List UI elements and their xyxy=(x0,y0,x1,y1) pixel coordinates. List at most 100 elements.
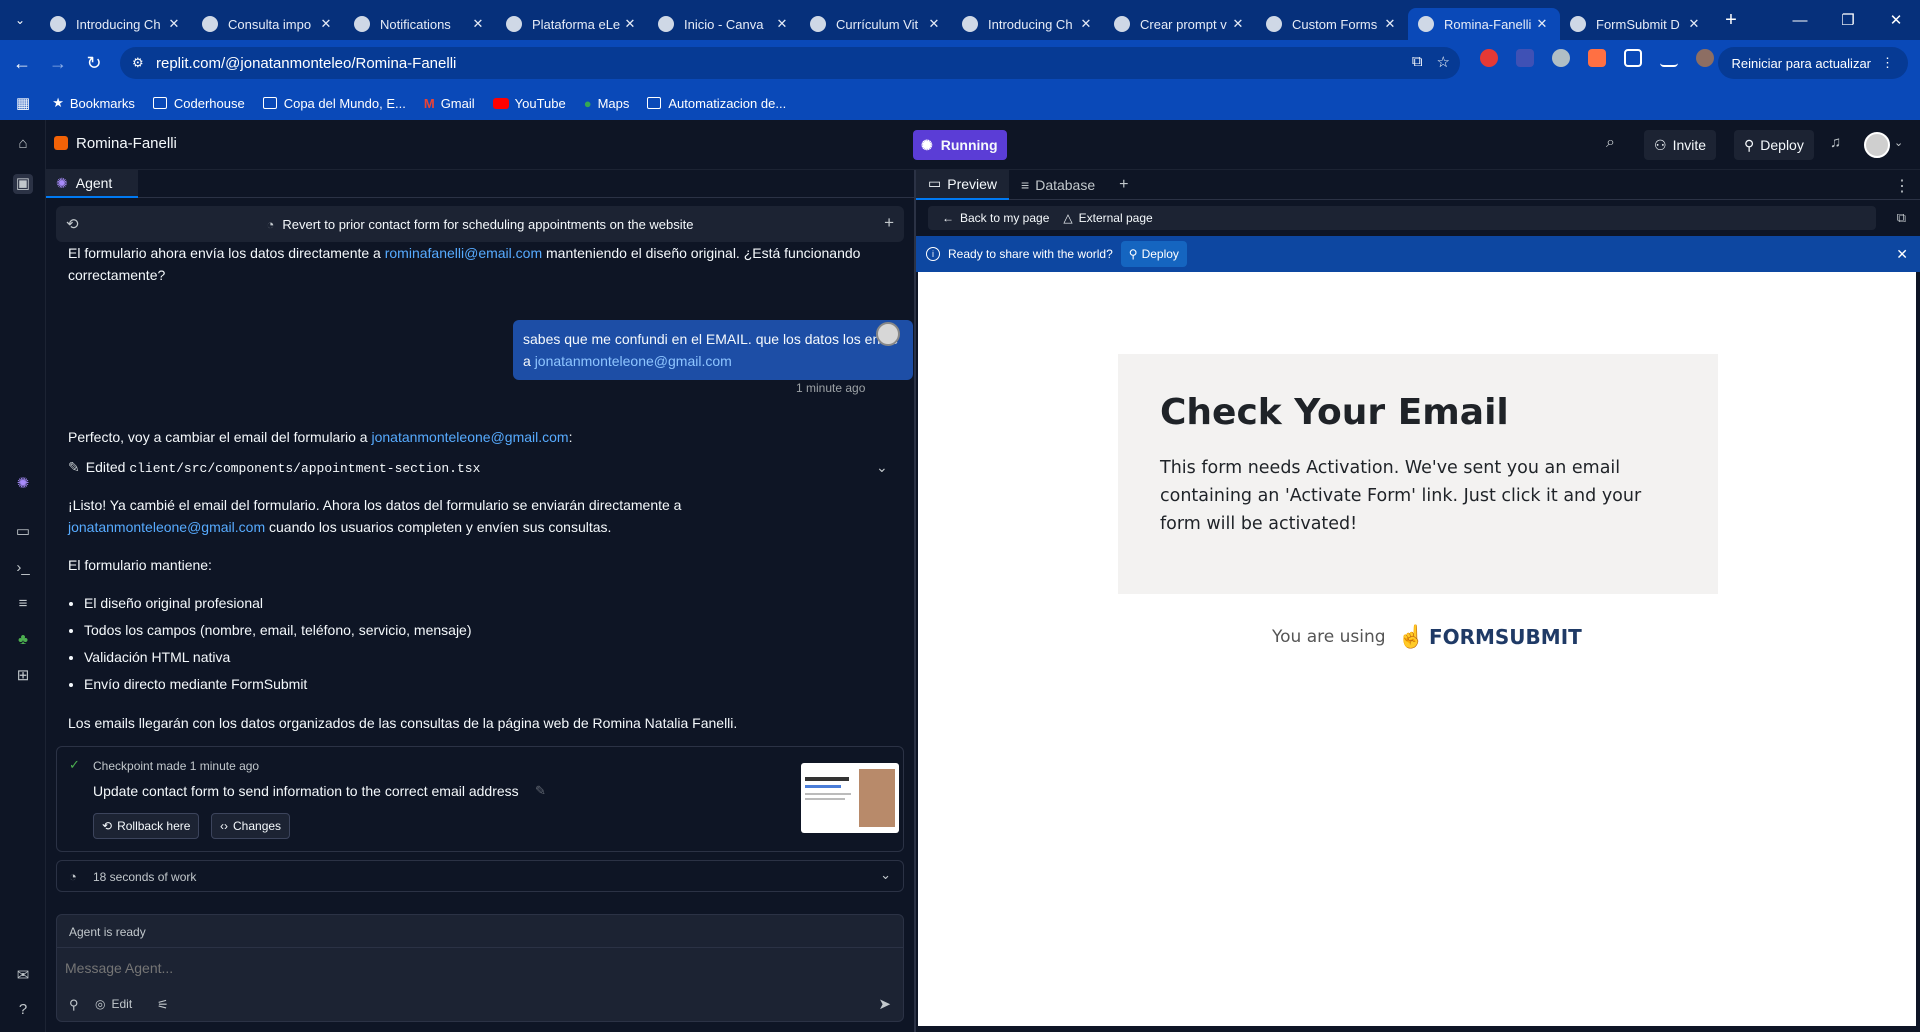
chevron-down-icon[interactable]: ⌄ xyxy=(876,456,888,478)
chevron-down-icon[interactable]: ⌄ xyxy=(1894,136,1903,149)
all-tools-icon[interactable]: ⊞ xyxy=(13,666,33,686)
tab-preview[interactable]: ▭ Preview xyxy=(916,169,1010,200)
bookmark-item[interactable]: ★ Bookmarks xyxy=(52,95,135,111)
install-app-icon[interactable]: ⧉ xyxy=(1412,53,1423,71)
close-tab-icon[interactable]: ✕ xyxy=(1534,16,1550,32)
tab-agent[interactable]: ✺ Agent xyxy=(46,170,138,198)
attach-icon[interactable]: ⚲ xyxy=(69,997,79,1013)
bookmark-star-icon[interactable]: ☆ xyxy=(1437,53,1450,71)
email-link[interactable]: rominafanelli@email.com xyxy=(385,245,542,261)
files-icon[interactable]: ▣ xyxy=(13,174,33,194)
tab-database[interactable]: ≡ Database xyxy=(1009,170,1107,200)
invite-button[interactable]: ⚇ Invite xyxy=(1644,130,1717,160)
message-input[interactable] xyxy=(65,953,885,983)
browser-tab[interactable]: Introducing Ch ✕ xyxy=(40,8,192,40)
add-tab-button[interactable]: + xyxy=(1107,170,1140,200)
work-summary-row[interactable]: ◔ 18 seconds of work ⌄ xyxy=(56,860,904,892)
preview-icon[interactable]: ▭ xyxy=(13,522,33,542)
user-avatar[interactable] xyxy=(1864,132,1890,158)
close-tab-icon[interactable]: ✕ xyxy=(1382,16,1398,32)
close-tab-icon[interactable]: ✕ xyxy=(1686,16,1702,32)
tab-search-button[interactable]: ⌄ xyxy=(0,0,40,40)
close-tab-icon[interactable]: ✕ xyxy=(166,16,182,32)
help-icon[interactable]: ? xyxy=(13,1000,33,1020)
send-icon[interactable]: ➤ xyxy=(878,995,891,1013)
edited-file-row[interactable]: ✎ Edited client/src/components/appointmen… xyxy=(68,456,908,480)
forward-button[interactable]: → xyxy=(44,49,72,77)
profile-avatar[interactable] xyxy=(1696,49,1714,67)
browser-tab[interactable]: Crear prompt v ✕ xyxy=(1104,8,1256,40)
close-tab-icon[interactable]: ✕ xyxy=(622,16,638,32)
close-tab-icon[interactable]: ✕ xyxy=(1078,16,1094,32)
relaunch-button[interactable]: Reiniciar para actualizar ⋮ xyxy=(1717,47,1908,79)
new-tab-button[interactable]: + xyxy=(1716,9,1746,32)
search-icon[interactable]: ⌕ xyxy=(1606,134,1615,152)
email-link[interactable]: jonatanmonteleone@gmail.com xyxy=(371,429,568,445)
reload-button[interactable]: ↻ xyxy=(80,49,108,77)
apps-icon[interactable]: ▦ xyxy=(16,94,30,112)
shell-icon[interactable]: ›_ xyxy=(13,558,33,578)
new-chat-icon[interactable]: + xyxy=(884,213,894,233)
email-link[interactable]: jonatanmonteleone@gmail.com xyxy=(535,353,732,369)
browser-tab[interactable]: Custom Forms ✕ xyxy=(1256,8,1408,40)
minimize-button[interactable]: — xyxy=(1776,0,1824,40)
banner-deploy-label: Deploy xyxy=(1141,247,1179,261)
address-bar[interactable]: ⚙ replit.com/@jonatanmonteleo/Romina-Fan… xyxy=(120,47,1460,79)
checkpoint-screenshot-thumbnail[interactable] xyxy=(801,763,899,833)
email-link[interactable]: jonatanmonteleone@gmail.com xyxy=(68,519,265,535)
close-tab-icon[interactable]: ✕ xyxy=(1230,16,1246,32)
formsubmit-brand[interactable]: FORMSUBMIT xyxy=(1429,625,1582,649)
bookmark-folder[interactable]: Coderhouse xyxy=(152,96,245,111)
bookmark-folder[interactable]: Copa del Mundo, E... xyxy=(262,96,406,111)
site-info-icon[interactable]: ⚙ xyxy=(132,55,144,71)
close-window-button[interactable]: ✕ xyxy=(1872,0,1920,40)
bookmark-item[interactable]: YouTube xyxy=(492,96,566,111)
close-tab-icon[interactable]: ✕ xyxy=(318,16,334,32)
browser-tab[interactable]: Inicio - Canva ✕ xyxy=(648,8,800,40)
extension-icon[interactable] xyxy=(1480,49,1498,67)
close-tab-icon[interactable]: ✕ xyxy=(774,16,790,32)
deployments-icon[interactable]: ♣ xyxy=(13,630,33,650)
agent-message: El formulario mantiene: xyxy=(68,557,212,573)
home-icon[interactable]: ⌂ xyxy=(13,134,33,154)
back-button[interactable]: ← xyxy=(8,49,36,77)
more-options-icon[interactable]: ⋮ xyxy=(1894,176,1910,196)
browser-tab[interactable]: Consulta impo ✕ xyxy=(192,8,344,40)
extension-icon[interactable] xyxy=(1516,49,1534,67)
close-icon[interactable]: ✕ xyxy=(1896,246,1908,263)
whats-new-icon[interactable]: ✉ xyxy=(13,966,33,986)
extension-icon[interactable] xyxy=(1552,49,1570,67)
open-new-tab-icon[interactable]: ⧉ xyxy=(1897,210,1906,226)
browser-tab[interactable]: Introducing Ch ✕ xyxy=(952,8,1104,40)
back-to-page-link[interactable]: Back to my page xyxy=(960,211,1049,225)
pencil-icon[interactable]: ✎ xyxy=(535,783,546,799)
edit-mode-button[interactable]: ◎ Edit xyxy=(95,997,132,1011)
close-tab-icon[interactable]: ✕ xyxy=(926,16,942,32)
maximize-button[interactable]: ❐ xyxy=(1824,0,1872,40)
agent-icon[interactable]: ✺ xyxy=(13,474,33,494)
changes-button[interactable]: ‹› Changes xyxy=(211,813,291,839)
browser-tab[interactable]: Notifications ✕ xyxy=(344,8,496,40)
rollback-button[interactable]: ⟲ Rollback here xyxy=(93,813,200,839)
media-icon[interactable] xyxy=(1660,49,1678,67)
banner-deploy-button[interactable]: ⚲ Deploy xyxy=(1120,241,1187,267)
notifications-bell-icon[interactable]: ♫ xyxy=(1830,134,1841,151)
bookmark-label: Maps xyxy=(597,95,630,111)
project-name[interactable]: Romina-Fanelli xyxy=(76,135,177,152)
bookmark-item[interactable]: ● Maps xyxy=(584,96,630,111)
close-tab-icon[interactable]: ✕ xyxy=(470,16,486,32)
deploy-button[interactable]: ⚲ Deploy xyxy=(1734,130,1814,160)
run-button[interactable]: ✺ Running xyxy=(913,130,1007,160)
browser-tab[interactable]: Currículum Vit ✕ xyxy=(800,8,952,40)
settings-sliders-icon[interactable]: ⚟ xyxy=(157,997,169,1013)
browser-tab[interactable]: Romina-Fanelli ✕ xyxy=(1408,8,1560,40)
browser-tab[interactable]: Plataforma eLe ✕ xyxy=(496,8,648,40)
browser-tab[interactable]: FormSubmit D ✕ xyxy=(1560,8,1712,40)
chevron-down-icon[interactable]: ⌄ xyxy=(880,867,891,883)
puzzle-icon[interactable] xyxy=(1624,49,1642,67)
history-icon[interactable]: ⟲ xyxy=(66,215,79,233)
database-icon[interactable]: ≡ xyxy=(13,594,33,614)
bookmark-item[interactable]: M Gmail xyxy=(424,96,475,111)
bookmark-folder[interactable]: Automatizacion de... xyxy=(647,96,786,111)
extension-icon[interactable] xyxy=(1588,49,1606,67)
